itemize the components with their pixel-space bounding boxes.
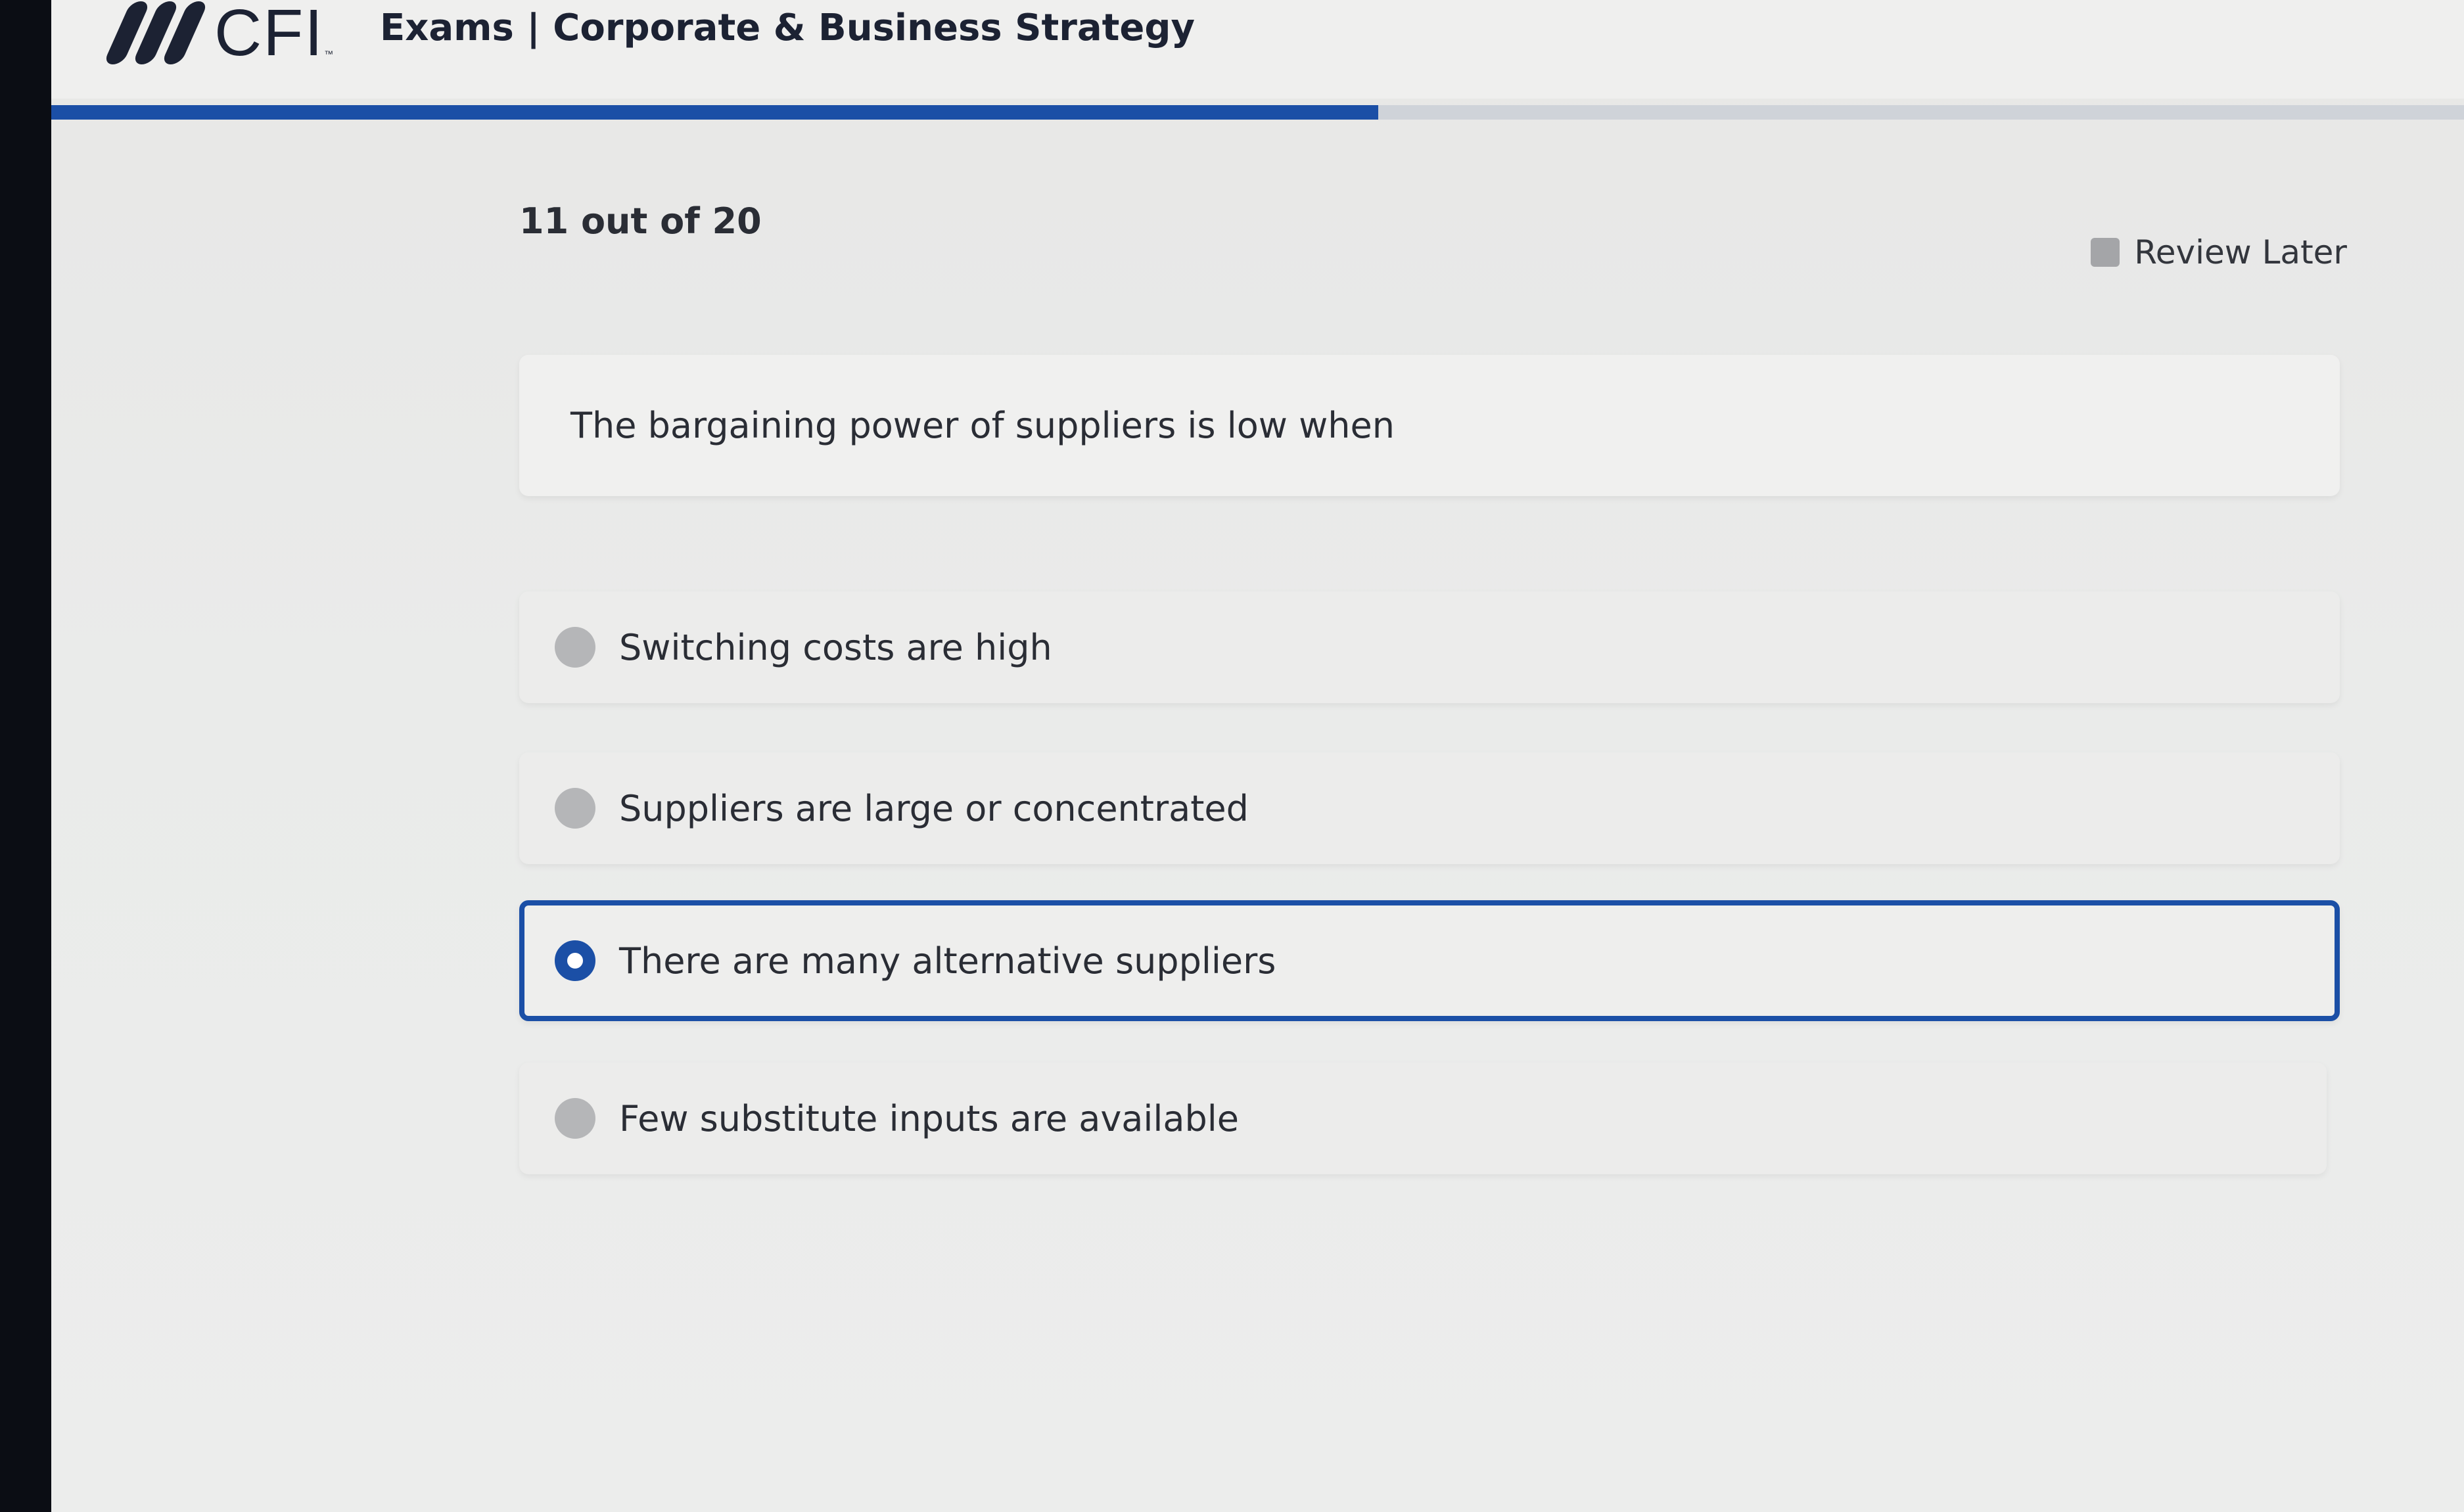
- answer-option[interactable]: Few substitute inputs are available: [519, 1063, 2327, 1174]
- review-later-toggle[interactable]: Review Later: [2091, 233, 2347, 271]
- radio-button[interactable]: [555, 1098, 595, 1139]
- radio-button[interactable]: [555, 627, 595, 668]
- answer-option-label: There are many alternative suppliers: [619, 940, 1276, 982]
- exam-title: Exams | Corporate & Business Strategy: [380, 7, 1195, 49]
- exam-progress-fill: [51, 105, 1378, 120]
- answer-option-selected[interactable]: There are many alternative suppliers: [519, 900, 2340, 1021]
- question-prompt-box: The bargaining power of suppliers is low…: [519, 355, 2340, 496]
- cfi-logo-mark-icon: [103, 1, 209, 64]
- radio-button[interactable]: [555, 788, 595, 829]
- question-counter: 11 out of 20: [519, 200, 762, 242]
- answer-option[interactable]: Switching costs are high: [519, 591, 2340, 703]
- answer-option[interactable]: Suppliers are large or concentrated: [519, 752, 2340, 864]
- review-later-checkbox[interactable]: [2091, 238, 2120, 267]
- exam-progress-bar: [51, 105, 2464, 120]
- answer-option-label: Few substitute inputs are available: [619, 1097, 1239, 1139]
- header: CFI ™ Exams | Corporate & Business Strat…: [51, 0, 2464, 99]
- logo-trademark: ™: [324, 49, 334, 59]
- logo-text: CFI: [214, 0, 325, 70]
- answer-option-label: Switching costs are high: [619, 626, 1052, 668]
- exam-screen: CFI ™ Exams | Corporate & Business Strat…: [51, 0, 2464, 1512]
- question-text: The bargaining power of suppliers is low…: [570, 405, 1395, 446]
- answer-option-label: Suppliers are large or concentrated: [619, 787, 1249, 829]
- review-later-label: Review Later: [2134, 233, 2347, 271]
- radio-button-checked[interactable]: [555, 940, 595, 981]
- cfi-logo[interactable]: CFI ™: [103, 0, 334, 70]
